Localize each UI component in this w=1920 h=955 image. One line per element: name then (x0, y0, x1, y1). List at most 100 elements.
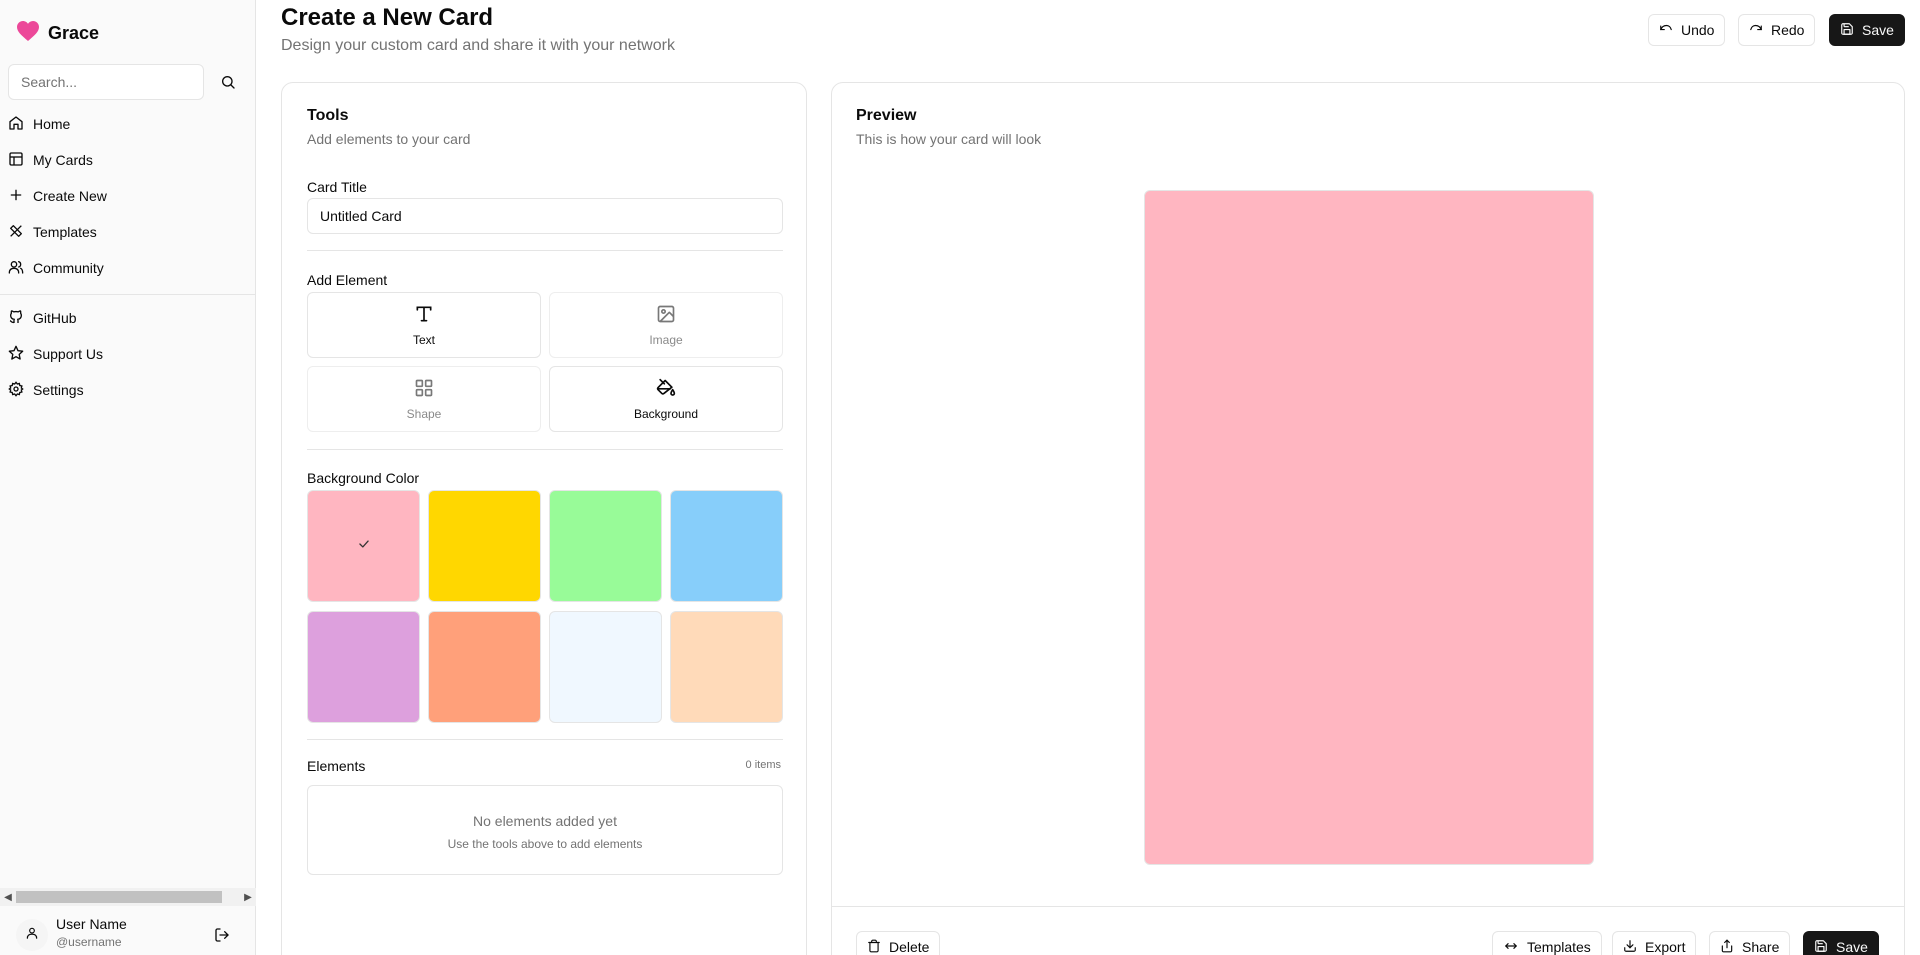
save-label: Save (1862, 22, 1894, 38)
preview-save-label: Save (1836, 939, 1868, 955)
scroll-left-icon[interactable]: ◀ (1, 889, 15, 905)
sidebar-scrollbar[interactable]: ◀ ▶ (0, 888, 256, 906)
github-icon (8, 309, 24, 328)
sidebar-item-label: My Cards (33, 152, 93, 168)
redo-label: Redo (1771, 22, 1805, 38)
avatar[interactable] (16, 919, 48, 951)
color-swatch-gold[interactable] (428, 490, 541, 602)
sidebar-item-label: Settings (33, 382, 84, 398)
cards-icon (8, 151, 24, 170)
tools-title: Tools (307, 107, 349, 124)
elements-count: 0 items (745, 759, 781, 771)
sidebar-item-settings[interactable]: Settings (0, 372, 256, 408)
add-shape-label: Shape (406, 406, 442, 421)
page-title: Create a New Card (281, 4, 494, 31)
export-label: Export (1645, 939, 1686, 955)
divider (307, 449, 783, 450)
undo-icon (1659, 22, 1673, 39)
tools-description: Add elements to your card (307, 131, 471, 147)
export-button[interactable]: Export (1612, 931, 1697, 955)
color-swatch-sky-blue[interactable] (670, 490, 783, 602)
empty-hint: Use the tools above to add elements (447, 837, 643, 851)
color-swatch-pink[interactable] (307, 490, 420, 602)
page-subtitle: Design your custom card and share it wit… (281, 37, 675, 54)
sidebar-item-community[interactable]: Community (0, 250, 256, 286)
scrollbar-thumb[interactable] (16, 891, 222, 903)
delete-button[interactable]: Delete (856, 931, 941, 955)
redo-button[interactable]: Redo (1738, 14, 1816, 46)
brand[interactable]: Grace (16, 20, 99, 47)
preview-title: Preview (856, 107, 917, 124)
share-icon (1720, 939, 1734, 955)
save-button[interactable]: Save (1829, 14, 1905, 46)
preview-save-button[interactable]: Save (1803, 931, 1879, 955)
share-label: Share (1742, 939, 1780, 955)
sidebar-item-templates[interactable]: Templates (0, 214, 256, 250)
undo-label: Undo (1681, 22, 1715, 38)
sidebar-item-label: Community (33, 260, 104, 276)
download-icon (1623, 939, 1637, 955)
logout-icon[interactable] (212, 925, 232, 945)
heart-icon (16, 20, 40, 47)
card-title-input[interactable] (307, 198, 783, 234)
templates-label: Templates (1527, 939, 1591, 955)
trash-icon (867, 939, 881, 955)
color-swatch-plum[interactable] (307, 611, 420, 723)
scroll-right-icon[interactable]: ▶ (241, 889, 255, 905)
user-profile: User Name @username (0, 912, 256, 955)
search-icon[interactable] (218, 72, 238, 92)
color-swatch-alice-blue[interactable] (549, 611, 662, 723)
undo-button[interactable]: Undo (1648, 14, 1726, 46)
grid-icon (414, 378, 434, 401)
divider (307, 739, 783, 740)
color-swatch-peach[interactable] (670, 611, 783, 723)
templates-button[interactable]: Templates (1492, 931, 1602, 955)
empty-title: No elements added yet (473, 813, 617, 829)
card-canvas[interactable] (1144, 190, 1594, 865)
secondary-nav: GitHub Support Us Settings (0, 300, 256, 408)
add-text-button[interactable]: Text (307, 292, 541, 358)
save-icon (1840, 22, 1854, 39)
preview-description: This is how your card will look (856, 131, 1042, 147)
add-text-label: Text (412, 332, 435, 347)
sidebar: Grace Home My Cards Create New Templates… (0, 0, 256, 955)
add-shape-button[interactable]: Shape (307, 366, 541, 432)
tools-panel: Tools Add elements to your card Card Tit… (281, 82, 807, 955)
redo-icon (1749, 22, 1763, 39)
search-input[interactable] (8, 64, 204, 100)
nav-divider (0, 294, 256, 295)
elements-empty-state: No elements added yet Use the tools abov… (307, 785, 783, 875)
add-image-button[interactable]: Image (549, 292, 783, 358)
check-icon (357, 537, 371, 556)
sidebar-item-github[interactable]: GitHub (0, 300, 256, 336)
sidebar-item-label: Templates (33, 224, 97, 240)
add-element-label: Add Element (307, 272, 388, 288)
color-swatch-salmon[interactable] (428, 611, 541, 723)
sidebar-item-support-us[interactable]: Support Us (0, 336, 256, 372)
arrows-horizontal-icon (1503, 939, 1519, 955)
sidebar-item-label: Home (33, 116, 71, 132)
card-title-label: Card Title (307, 179, 367, 195)
sidebar-item-label: GitHub (33, 310, 77, 326)
elements-label: Elements (307, 758, 366, 774)
delete-label: Delete (889, 939, 930, 955)
gear-icon (8, 380, 24, 400)
share-button[interactable]: Share (1709, 931, 1791, 955)
color-swatch-pale-green[interactable] (549, 490, 662, 602)
add-background-button[interactable]: Background (549, 366, 783, 432)
sidebar-item-label: Create New (33, 188, 107, 204)
sidebar-item-label: Support Us (33, 346, 104, 362)
sidebar-item-create-new[interactable]: Create New (0, 178, 256, 214)
paint-bucket-icon (656, 378, 676, 401)
palette-icon (8, 223, 24, 242)
sidebar-item-home[interactable]: Home (0, 106, 256, 142)
sidebar-item-my-cards[interactable]: My Cards (0, 142, 256, 178)
users-icon (8, 259, 24, 278)
app-name: Grace (48, 23, 100, 43)
add-image-label: Image (649, 332, 683, 347)
user-handle: @username (56, 935, 122, 949)
add-background-label: Background (633, 406, 699, 421)
home-icon (8, 115, 24, 134)
user-name: User Name (56, 916, 127, 932)
save-icon (1814, 939, 1828, 955)
